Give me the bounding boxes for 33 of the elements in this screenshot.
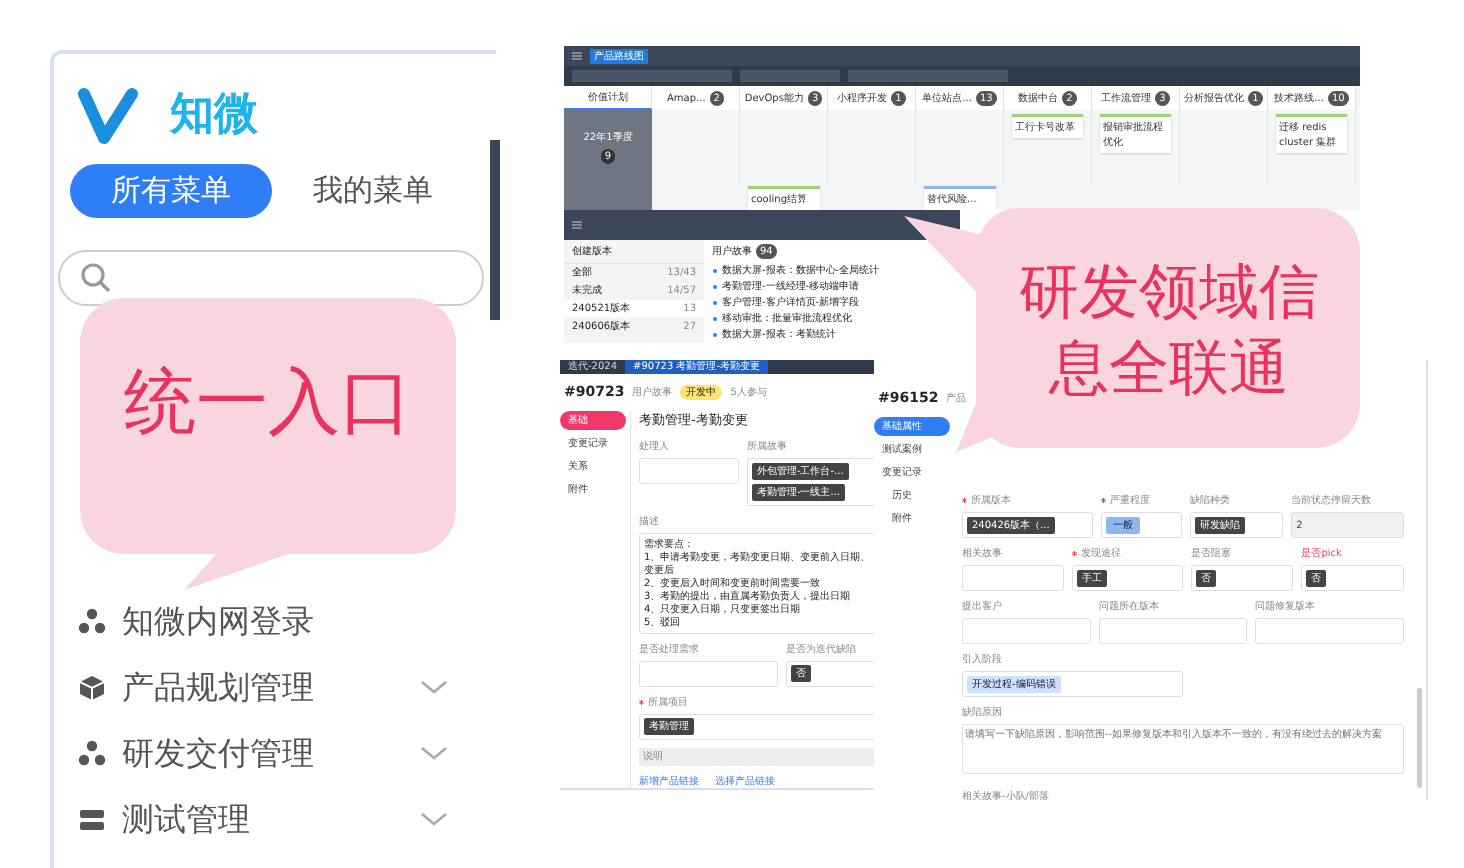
bullet-icon [712, 332, 718, 338]
menu-item[interactable]: 知微内网登录 [70, 589, 480, 655]
owner-field[interactable] [638, 457, 739, 484]
text-field[interactable] [638, 660, 778, 687]
server-icon [78, 806, 106, 834]
cube-icon [78, 674, 106, 702]
select-field[interactable] [1255, 618, 1404, 644]
logo-text: 知微 [170, 88, 258, 144]
bullet-icon [712, 300, 718, 306]
scrollbar[interactable] [1417, 688, 1422, 788]
callout-text: 统一入口 [122, 360, 414, 448]
menu-item[interactable]: 测试管理 [70, 787, 480, 853]
menu-item[interactable]: 产品规划管理 [70, 655, 480, 721]
callout-text: 研发领域信息全联通 [1017, 256, 1321, 406]
chevron-down-icon [420, 746, 448, 762]
menu-item[interactable]: 研发交付管理 [70, 721, 480, 787]
nodes-icon [78, 608, 106, 636]
search-field[interactable] [740, 70, 840, 82]
nodes-icon [78, 740, 106, 768]
bullet-icon [712, 268, 718, 274]
select-field[interactable] [1098, 618, 1248, 644]
chevron-down-icon [420, 680, 448, 696]
select-field[interactable] [962, 618, 1091, 644]
search-icon [80, 261, 112, 293]
chevron-down-icon [420, 812, 448, 828]
menu-tab[interactable]: 我的菜单 [272, 164, 474, 217]
search-field[interactable] [848, 70, 1008, 82]
bullet-icon [712, 316, 718, 322]
logo-icon [78, 85, 138, 145]
search-field[interactable] [572, 70, 732, 82]
menu-tab[interactable]: 所有菜单 [70, 164, 272, 217]
select-field[interactable] [962, 565, 1065, 591]
bullet-icon [712, 284, 718, 290]
